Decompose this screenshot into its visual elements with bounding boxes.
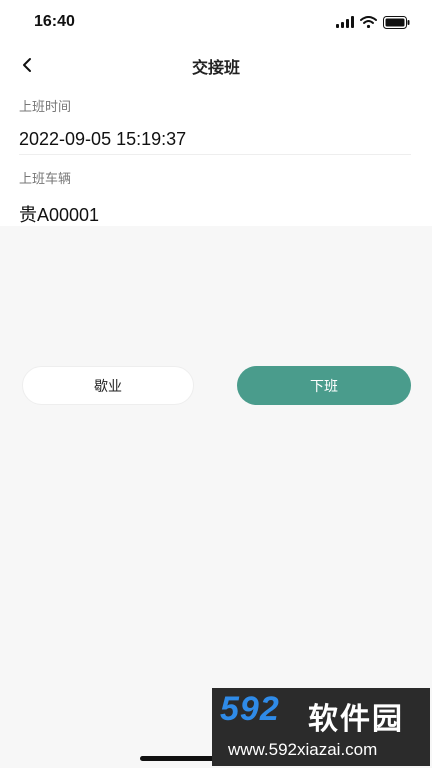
battery-icon (383, 15, 410, 29)
divider (19, 154, 411, 155)
handover-screen: 16:40 交接班 上班时间 2022-09-05 15:19:37 上班车辆 … (0, 0, 432, 768)
page-title: 交接班 (191, 60, 240, 77)
shift-start-label: 上班时间 (19, 99, 72, 114)
watermark-logo: 592 (220, 690, 280, 728)
wifi-icon (360, 16, 377, 28)
nav-bar: 交接班 (0, 44, 432, 84)
vehicle-field: 上班车辆 贵A00001 (19, 168, 411, 227)
vehicle-value: 贵A00001 (19, 205, 100, 225)
shift-info-card: 上班时间 2022-09-05 15:19:37 上班车辆 贵A00001 (0, 84, 432, 226)
watermark-url: www.592xiazai.com (228, 740, 378, 759)
status-bar: 16:40 (0, 0, 432, 44)
shift-start-value: 2022-09-05 15:19:37 (19, 129, 187, 149)
vehicle-label: 上班车辆 (19, 171, 72, 186)
status-time: 16:40 (34, 13, 75, 30)
status-icons (336, 14, 410, 30)
shift-start-field: 上班时间 2022-09-05 15:19:37 (19, 96, 411, 150)
signal-icon (336, 16, 354, 28)
watermark: 592 软件园 www.592xiazai.com (212, 688, 430, 766)
rest-button[interactable]: 歇业 (22, 366, 194, 405)
watermark-name: 软件园 (308, 703, 404, 736)
off-duty-button[interactable]: 下班 (237, 366, 411, 405)
